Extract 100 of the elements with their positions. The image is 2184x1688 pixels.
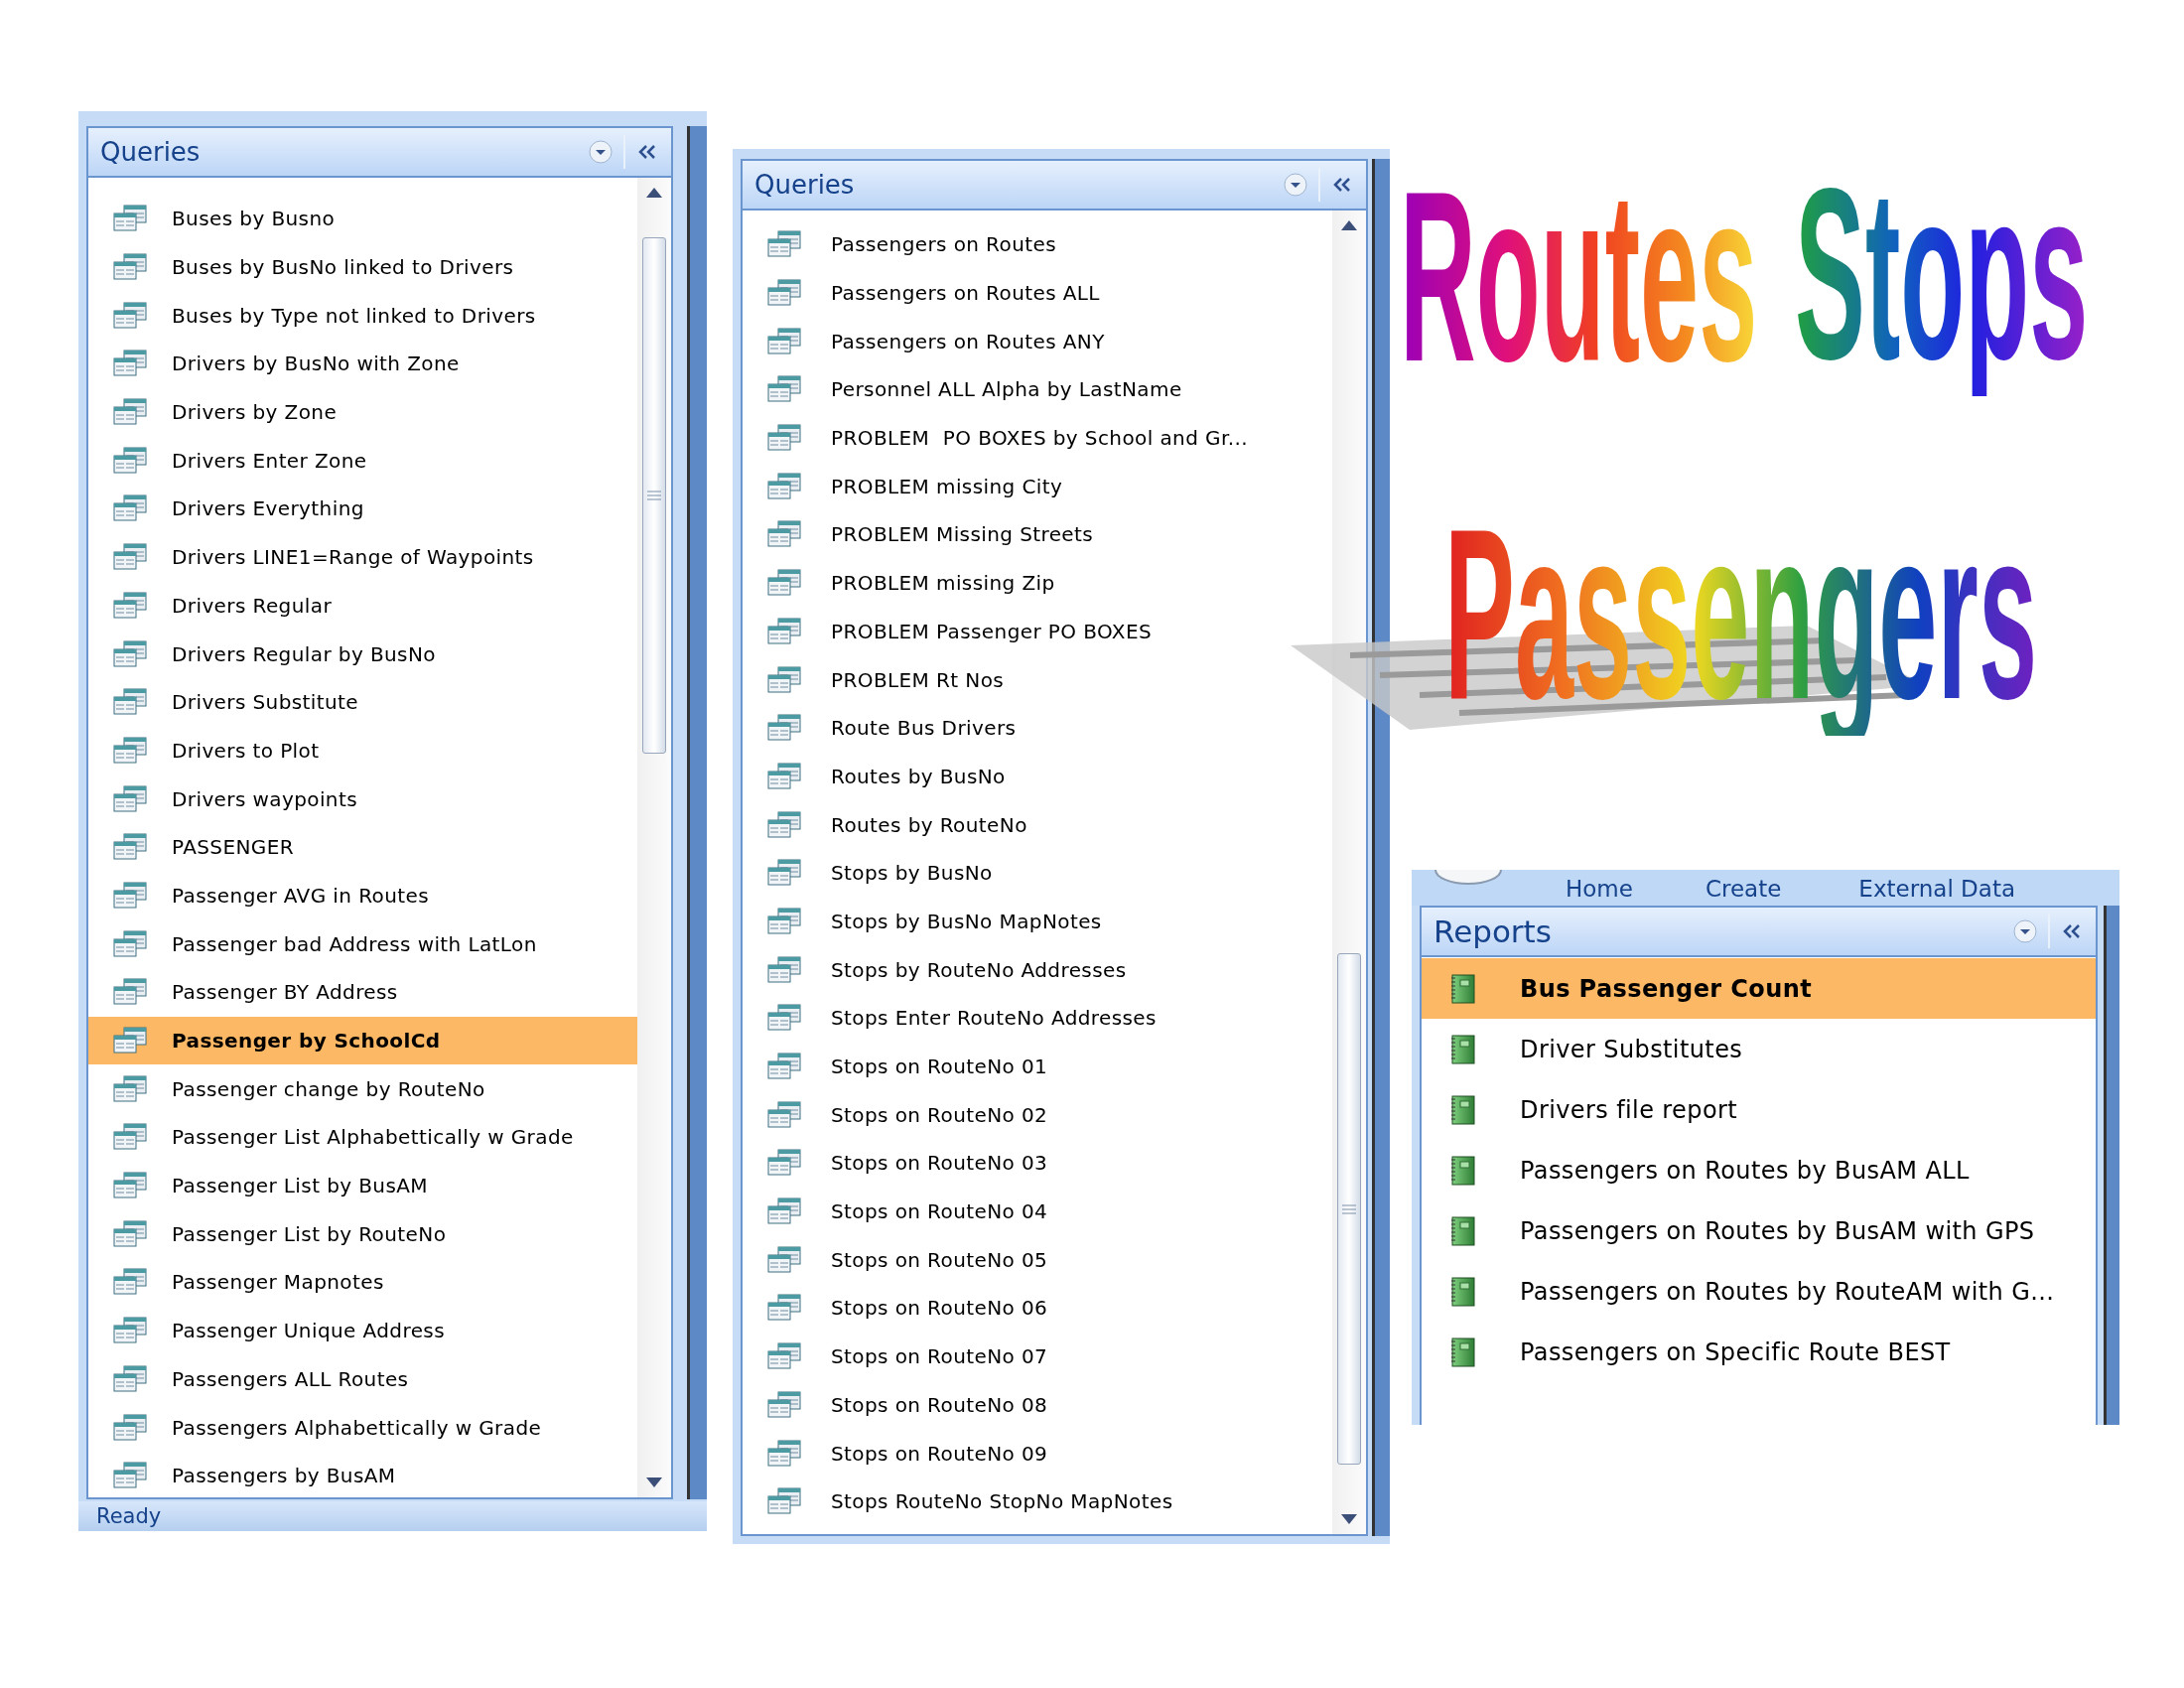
list-item[interactable]: Stops on RouteNo 08: [743, 1380, 1332, 1430]
list-item[interactable]: Passenger List by BusAM: [88, 1161, 637, 1210]
query-icon: [112, 688, 148, 717]
list-item[interactable]: Passengers on Specific Route BEST: [1422, 1322, 2096, 1382]
query-icon: [766, 424, 802, 453]
query-icon: [112, 833, 148, 862]
list-item[interactable]: Stops on RouteNo 01: [743, 1042, 1332, 1091]
list-item[interactable]: Drivers Enter Zone: [88, 436, 637, 486]
list-item[interactable]: Drivers file report: [1422, 1079, 2096, 1140]
query-icon: [112, 1462, 148, 1490]
list-item[interactable]: Passengers on Routes ANY: [743, 317, 1332, 366]
list-item[interactable]: Drivers by Zone: [88, 387, 637, 437]
ribbon-tab[interactable]: Create: [1705, 876, 1782, 902]
query-icon: [112, 1413, 148, 1442]
list-item[interactable]: Drivers Regular: [88, 581, 637, 631]
list-item[interactable]: Passenger AVG in Routes: [88, 871, 637, 920]
query-icon: [766, 617, 802, 645]
list-item[interactable]: PROBLEM Missing Streets: [743, 510, 1332, 559]
query-icon: [766, 520, 802, 549]
list-item[interactable]: Personnel ALL Alpha by LastName: [743, 365, 1332, 414]
list-item[interactable]: Drivers Regular by BusNo: [88, 630, 637, 678]
list-item[interactable]: Driver Substitutes: [1422, 1019, 2096, 1079]
query-icon: [112, 1317, 148, 1345]
list-item[interactable]: Bus Passenger Count: [1422, 958, 2096, 1019]
list-item[interactable]: Passenger BY Address: [88, 968, 637, 1017]
list-item[interactable]: Buses by Type not linked to Drivers: [88, 291, 637, 341]
list-item[interactable]: Stops on RouteNo 02: [743, 1090, 1332, 1140]
ribbon-tab[interactable]: External Data: [1858, 876, 2015, 902]
query-icon: [112, 494, 148, 523]
list-item[interactable]: Routes by RouteNo: [743, 800, 1332, 849]
list-item[interactable]: Stops by BusNo MapNotes: [743, 897, 1332, 946]
list-item[interactable]: PROBLEM missing City: [743, 462, 1332, 511]
list-item[interactable]: Passenger bad Address with LatLon: [88, 919, 637, 968]
list-item[interactable]: Stops by BusNo: [743, 848, 1332, 898]
query-icon: [766, 810, 802, 839]
double-chevron-icon[interactable]: [2062, 922, 2082, 940]
query-icon: [766, 1004, 802, 1033]
scrollbar[interactable]: [1332, 211, 1366, 1534]
list-item[interactable]: PASSENGER: [88, 822, 637, 872]
scrollbar[interactable]: [637, 178, 671, 1497]
double-chevron-icon[interactable]: [637, 143, 657, 161]
query-icon: [766, 1294, 802, 1323]
scroll-up-icon[interactable]: [646, 188, 662, 198]
report-icon: [1449, 1215, 1475, 1246]
list-item[interactable]: Passenger Unique Address: [88, 1306, 637, 1355]
list-item[interactable]: PROBLEM missing Zip: [743, 558, 1332, 608]
list-item[interactable]: Buses by Busno: [88, 195, 637, 243]
list-item[interactable]: Stops on RouteNo 07: [743, 1332, 1332, 1381]
list-item[interactable]: Drivers Everything: [88, 485, 637, 533]
report-icon: [1449, 973, 1475, 1004]
list-item[interactable]: Route Bus Drivers: [743, 703, 1332, 753]
report-icon: [1449, 1155, 1475, 1186]
list-item[interactable]: Stops on RouteNo 05: [743, 1235, 1332, 1285]
list-item[interactable]: Drivers LINE1=Range of Waypoints: [88, 532, 637, 582]
list-item[interactable]: PROBLEM Passenger PO BOXES: [743, 607, 1332, 656]
list-item[interactable]: Stops Enter RouteNo Addresses: [743, 994, 1332, 1043]
scrollbar-thumb[interactable]: [1337, 953, 1361, 1465]
pane-title: Reports: [1433, 914, 1552, 949]
list-item[interactable]: Passengers by BusAM: [88, 1451, 637, 1497]
query-icon: [766, 714, 802, 743]
list-item[interactable]: Drivers to Plot: [88, 726, 637, 775]
list-item[interactable]: Stops on RouteNo 09: [743, 1429, 1332, 1477]
query-icon: [766, 375, 802, 404]
list-item[interactable]: Passengers on Routes: [743, 220, 1332, 269]
scroll-up-icon[interactable]: [1341, 220, 1357, 230]
round-button[interactable]: [1433, 870, 1503, 886]
list-item[interactable]: PROBLEM PO BOXES by School and Gr...: [743, 413, 1332, 463]
list-item[interactable]: Stops on RouteNo 06: [743, 1284, 1332, 1333]
list-item[interactable]: Stops on RouteNo 03: [743, 1139, 1332, 1188]
query-icon: [766, 472, 802, 500]
query-icon: [112, 1074, 148, 1103]
list-item[interactable]: Routes by BusNo: [743, 752, 1332, 801]
list-item[interactable]: Drivers Substitute: [88, 677, 637, 727]
list-item[interactable]: Stops on RouteNo 04: [743, 1187, 1332, 1236]
list-item[interactable]: Passengers Alphabettically w Grade: [88, 1403, 637, 1452]
list-item[interactable]: Passengers on Routes by RouteAM with G...: [1422, 1261, 2096, 1322]
query-icon: [766, 327, 802, 355]
query-icon: [766, 1100, 802, 1129]
list-item[interactable]: Drivers waypoints: [88, 774, 637, 823]
list-item[interactable]: Passenger change by RouteNo: [88, 1064, 637, 1114]
list-item[interactable]: Passengers on Routes ALL: [743, 268, 1332, 318]
list-item[interactable]: Stops RouteNo StopNo MapNotes: [743, 1477, 1332, 1526]
list-item[interactable]: Passenger by SchoolCd: [88, 1016, 637, 1065]
scroll-down-icon[interactable]: [646, 1477, 662, 1487]
scrollbar-thumb[interactable]: [642, 237, 666, 754]
list-item[interactable]: Passengers on Routes by BusAM ALL: [1422, 1140, 2096, 1200]
list-item[interactable]: Drivers by BusNo with Zone: [88, 340, 637, 388]
double-chevron-icon[interactable]: [1332, 176, 1352, 194]
list-item[interactable]: Passenger List by RouteNo: [88, 1209, 637, 1259]
query-icon: [766, 569, 802, 598]
ribbon-tab[interactable]: Home: [1566, 876, 1633, 902]
list-item[interactable]: Buses by BusNo linked to Drivers: [88, 242, 637, 292]
query-icon: [112, 543, 148, 572]
list-item[interactable]: Passengers ALL Routes: [88, 1354, 637, 1404]
list-item[interactable]: Passenger List Alphabettically w Grade: [88, 1113, 637, 1162]
scroll-down-icon[interactable]: [1341, 1514, 1357, 1524]
list-item[interactable]: Passenger Mapnotes: [88, 1258, 637, 1307]
list-item[interactable]: Passengers on Routes by BusAM with GPS: [1422, 1200, 2096, 1261]
list-item[interactable]: Stops by RouteNo Addresses: [743, 945, 1332, 994]
list-item[interactable]: PROBLEM Rt Nos: [743, 655, 1332, 704]
